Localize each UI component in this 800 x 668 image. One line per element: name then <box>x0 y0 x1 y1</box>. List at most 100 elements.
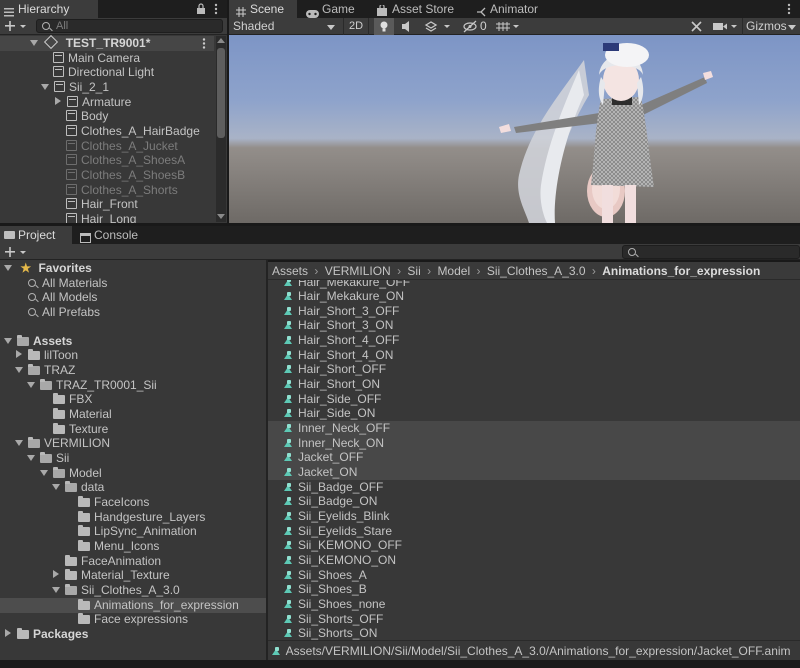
lock-icon[interactable] <box>196 3 206 14</box>
folder-row-selected[interactable]: Animations_for_expression <box>0 598 266 613</box>
camera-icon[interactable] <box>712 19 740 34</box>
scene-row[interactable]: TEST_TR9001* <box>0 35 214 53</box>
tab-game[interactable]: Game <box>304 0 366 18</box>
file-item[interactable]: Sii_Shorts_ON <box>268 626 800 640</box>
assets-row[interactable]: Assets <box>0 334 72 349</box>
shading-mode-dropdown[interactable]: Shaded <box>231 18 337 35</box>
breadcrumb-item[interactable]: Assets <box>272 264 308 278</box>
file-item[interactable]: Sii_Eyelids_Stare <box>268 524 800 539</box>
file-item[interactable]: Sii_Badge_ON <box>268 494 800 509</box>
folder-row[interactable]: Sii_Clothes_A_3.0 <box>0 583 180 598</box>
project-search-input[interactable] <box>622 245 800 259</box>
file-item[interactable]: Inner_Neck_ON <box>268 436 800 451</box>
folder-row[interactable]: LipSync_Animation <box>0 524 197 539</box>
toggle-2d-button[interactable]: 2D <box>343 18 369 35</box>
folder-row[interactable]: Face expressions <box>0 612 188 627</box>
hierarchy-scroll-thumb[interactable] <box>217 48 225 138</box>
breadcrumb-item-current[interactable]: Animations_for_expression <box>602 264 760 278</box>
collapse-arrow-icon[interactable] <box>16 350 22 358</box>
file-item[interactable]: Hair_Mekakure_ON <box>268 289 800 304</box>
folder-row[interactable]: FBX <box>0 392 92 407</box>
folder-row[interactable]: FaceIcons <box>0 495 149 510</box>
breadcrumb-item[interactable]: Sii <box>407 264 420 278</box>
audio-toggle-icon[interactable] <box>400 19 414 34</box>
hierarchy-item[interactable]: Body <box>0 109 108 124</box>
project-create-plus-button[interactable] <box>4 245 28 259</box>
breadcrumb-item[interactable]: Sii_Clothes_A_3.0 <box>487 264 586 278</box>
tab-animator[interactable]: Animator <box>474 0 554 18</box>
expand-arrow-icon[interactable] <box>27 382 35 388</box>
hierarchy-item[interactable]: Clothes_A_Jucket <box>0 139 178 154</box>
expand-arrow-icon[interactable] <box>40 470 48 476</box>
tools-icon[interactable] <box>689 19 705 34</box>
effects-toggle-icon[interactable] <box>424 19 454 34</box>
file-item[interactable]: Hair_Short_4_OFF <box>268 333 800 348</box>
hierarchy-scrollbar[interactable] <box>216 36 226 222</box>
folder-row[interactable]: Menu_Icons <box>0 539 159 554</box>
file-item[interactable]: Hair_Side_OFF <box>268 392 800 407</box>
file-item[interactable]: Hair_Side_ON <box>268 406 800 421</box>
expand-arrow-icon[interactable] <box>15 440 23 446</box>
file-item[interactable]: Sii_Shorts_OFF <box>268 612 800 627</box>
folder-row[interactable]: Material_Texture <box>0 568 170 583</box>
favorites-item[interactable]: All Models <box>0 290 97 305</box>
file-item[interactable]: Sii_Badge_OFF <box>268 480 800 495</box>
file-item[interactable]: Sii_Shoes_none <box>268 597 800 612</box>
expand-arrow-icon[interactable] <box>30 40 38 46</box>
tab-asset-store[interactable]: Asset Store <box>374 0 464 18</box>
scroll-down-icon[interactable] <box>217 214 225 219</box>
file-item[interactable]: Sii_Shoes_B <box>268 582 800 597</box>
packages-row[interactable]: Packages <box>0 627 88 642</box>
expand-arrow-icon[interactable] <box>15 367 23 373</box>
hierarchy-item[interactable]: Main Camera <box>0 51 140 66</box>
collapse-arrow-icon[interactable] <box>53 570 59 578</box>
breadcrumb-item[interactable]: VERMILION <box>325 264 391 278</box>
file-item[interactable]: Sii_Eyelids_Blink <box>268 509 800 524</box>
scene-panel-menu-icon[interactable] <box>787 3 791 15</box>
scene-menu-icon[interactable] <box>202 38 206 53</box>
tab-project[interactable]: Project <box>0 226 72 244</box>
collapse-arrow-icon[interactable] <box>55 97 61 105</box>
folder-row[interactable]: Sii <box>0 451 69 466</box>
hierarchy-item[interactable]: Clothes_A_ShoesA <box>0 153 185 168</box>
hierarchy-item[interactable]: Armature <box>0 95 131 110</box>
panel-menu-icon[interactable] <box>214 3 218 15</box>
folder-row[interactable]: Material <box>0 407 112 422</box>
tab-scene[interactable]: Scene <box>229 0 297 18</box>
create-plus-button[interactable] <box>4 19 28 33</box>
scroll-up-icon[interactable] <box>217 38 225 43</box>
expand-arrow-icon[interactable] <box>27 455 35 461</box>
folder-row[interactable]: VERMILION <box>0 436 110 451</box>
hierarchy-item[interactable]: Hair_Long <box>0 212 136 223</box>
hierarchy-item[interactable]: Clothes_A_HairBadge <box>0 124 200 139</box>
expand-arrow-icon[interactable] <box>52 484 60 490</box>
folder-row[interactable]: FaceAnimation <box>0 554 161 569</box>
folder-row[interactable]: TRAZ <box>0 363 75 378</box>
file-item[interactable]: Jacket_OFF <box>268 450 800 465</box>
file-item[interactable]: Hair_Short_OFF <box>268 362 800 377</box>
favorites-row[interactable]: ★ Favorites <box>0 261 92 276</box>
expand-arrow-icon[interactable] <box>41 84 49 90</box>
file-item[interactable]: Sii_KEMONO_OFF <box>268 538 800 553</box>
folder-row[interactable]: lilToon <box>0 348 78 363</box>
hidden-objects-icon[interactable] <box>462 19 478 34</box>
scene-viewport[interactable] <box>229 35 800 223</box>
hierarchy-item[interactable]: Clothes_A_ShoesB <box>0 168 185 183</box>
folder-row[interactable]: Handgesture_Layers <box>0 510 205 525</box>
file-item[interactable]: Sii_Shoes_A <box>268 568 800 583</box>
favorites-item[interactable]: All Prefabs <box>0 305 100 320</box>
file-item[interactable]: Hair_Short_3_OFF <box>268 304 800 319</box>
expand-arrow-icon[interactable] <box>4 265 12 271</box>
expand-arrow-icon[interactable] <box>52 587 60 593</box>
file-item[interactable]: Sii_KEMONO_ON <box>268 553 800 568</box>
hierarchy-item[interactable]: Hair_Front <box>0 197 138 212</box>
file-item[interactable]: Jacket_ON <box>268 465 800 480</box>
collapse-arrow-icon[interactable] <box>5 629 11 637</box>
lighting-toggle-icon[interactable] <box>374 18 394 35</box>
file-item[interactable]: Hair_Short_4_ON <box>268 348 800 363</box>
hierarchy-item[interactable]: Sii_2_1 <box>0 80 109 95</box>
gizmos-dropdown[interactable]: Gizmos <box>742 18 800 35</box>
tab-console[interactable]: Console <box>76 226 148 244</box>
folder-row[interactable]: TRAZ_TR0001_Sii <box>0 378 157 393</box>
file-item[interactable]: Inner_Neck_OFF <box>268 421 800 436</box>
